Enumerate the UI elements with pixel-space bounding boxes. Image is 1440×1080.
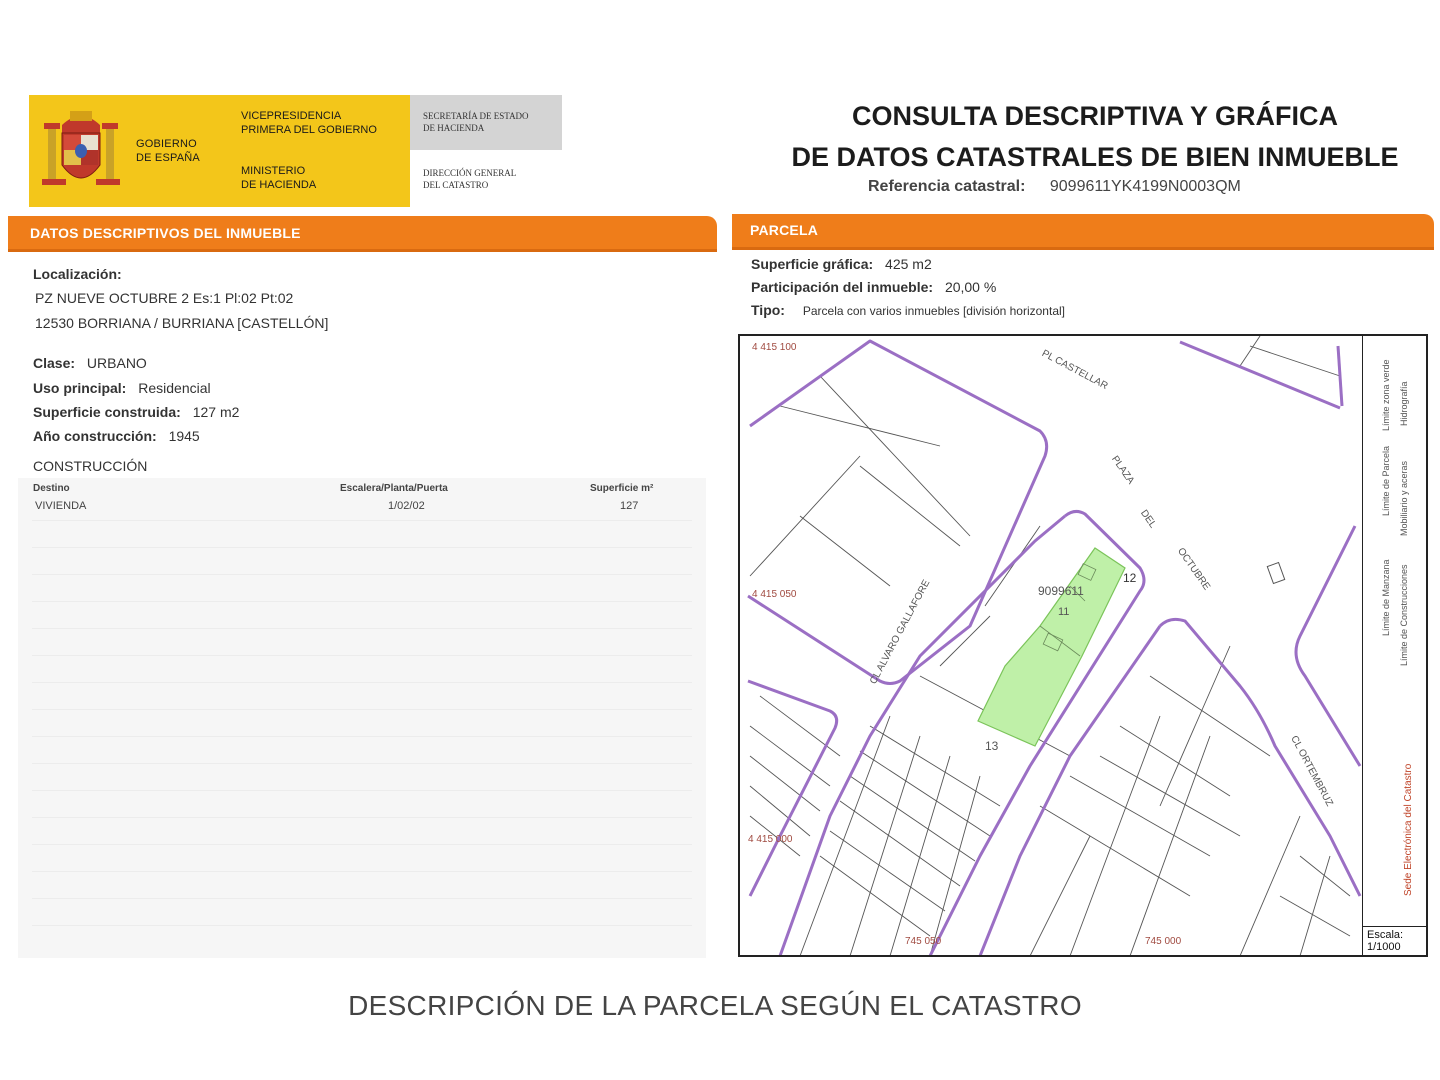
coat-of-arms-icon (42, 111, 120, 185)
secretariat-text: SECRETARÍA DE ESTADO DE HACIENDA (423, 110, 529, 134)
graphic-area-value: 425 m2 (885, 256, 932, 272)
ministry-text: MINISTERIO DE HACIENDA (241, 164, 316, 192)
type-value: Parcela con varios inmuebles [división h… (802, 304, 1065, 318)
secretariat-line2: DE HACIENDA (423, 123, 485, 133)
document-title-line2: DE DATOS CATASTRALES DE BIEN INMUEBLE (791, 142, 1399, 172)
map-scale: Escala: 1/1000 (1362, 926, 1426, 955)
table-row (32, 817, 692, 818)
gov-text: GOBIERNO DE ESPAÑA (136, 137, 200, 165)
vice-text: VICEPRESIDENCIA PRIMERA DEL GOBIERNO (241, 109, 377, 137)
table-header-stair-floor-door: Escalera/Planta/Puerta (340, 483, 448, 494)
built-area-value: 127 m2 (192, 404, 240, 420)
coord-bottom-1-label: 745 050 (905, 936, 942, 947)
main-use-value: Residencial (138, 380, 211, 396)
graphic-area-row: Superficie gráfica: 425 m2 (751, 256, 932, 272)
table-row (32, 844, 692, 845)
table-row (32, 655, 692, 656)
gov-line2: DE ESPAÑA (136, 152, 200, 164)
legend-hydrography: Hidrografía (1399, 381, 1409, 426)
vice-line1: VICEPRESIDENCIA (241, 110, 342, 122)
number-13-label: 13 (985, 739, 999, 753)
scale-label: Escala: (1367, 929, 1404, 941)
cadastral-reference-label: Referencia catastral: (868, 178, 1026, 195)
parcel-id-label: 9099611 (1038, 584, 1084, 598)
directorate-line2: DEL CATASTRO (423, 180, 489, 190)
legend-parcel-limit: Límite de Parcela (1381, 445, 1391, 516)
construction-year-label: Año construcción: (33, 428, 157, 444)
coord-bottom-2-label: 745 000 (1145, 936, 1182, 947)
map-legend: Límite de Manzana Límite de Parcela Lími… (1362, 336, 1426, 926)
participation-label: Participación del inmueble: (751, 279, 934, 295)
table-row (32, 925, 692, 926)
cadastral-reference-value: 9099611YK4199N0003QM (1049, 178, 1241, 195)
class-value: URBANO (86, 355, 147, 371)
table-row (32, 574, 692, 575)
main-use-label: Uso principal: (33, 380, 127, 396)
participation-row: Participación del inmueble: 20,00 % (751, 279, 996, 295)
document-title-line1: CONSULTA DESCRIPTIVA Y GRÁFICA (851, 101, 1339, 131)
coord-mid-label: 4 415 050 (752, 589, 797, 600)
construction-year-value: 1945 (168, 428, 200, 444)
directorate-line1: DIRECCIÓN GENERAL (423, 168, 517, 178)
table-row (32, 871, 692, 872)
table-header-area: Superficie m² (590, 483, 654, 494)
table-row (32, 790, 692, 791)
document-title: CONSULTA DESCRIPTIVA Y GRÁFICA DE DATOS … (760, 96, 1430, 178)
section-bar-descriptive-data: DATOS DESCRIPTIVOS DEL INMUEBLE (8, 216, 717, 252)
built-area-label: Superficie construida: (33, 404, 181, 420)
vice-line2: PRIMERA DEL GOBIERNO (241, 124, 377, 136)
table-row (32, 898, 692, 899)
construction-table (18, 478, 706, 958)
built-area-row: Superficie construida: 127 m2 (33, 404, 239, 420)
cadastral-map[interactable]: 4 415 100 4 415 050 4 415 000 745 050 74… (738, 334, 1428, 957)
number-12-label: 12 (1123, 571, 1137, 585)
cadastral-reference: Referencia catastral: 9099611YK4199N0003… (868, 178, 1241, 196)
legend-green-limit: Límite zona verde (1381, 359, 1391, 431)
table-row (32, 601, 692, 602)
table-cell-area: 127 (620, 500, 639, 512)
table-row (32, 682, 692, 683)
class-row: Clase: URBANO (33, 355, 147, 371)
map-drawing (747, 336, 1362, 955)
type-label: Tipo: (751, 302, 785, 318)
directorate-text: DIRECCIÓN GENERAL DEL CATASTRO (423, 167, 516, 191)
table-row (32, 520, 692, 521)
table-header-use: Destino (33, 483, 70, 494)
construction-heading: CONSTRUCCIÓN (33, 458, 148, 474)
location-city: 12530 BORRIANA / BURRIANA [CASTELLÓN] (35, 315, 329, 331)
table-row (32, 628, 692, 629)
table-cell-stair-floor-door: 1/02/02 (388, 500, 425, 512)
location-address: PZ NUEVE OCTUBRE 2 Es:1 Pl:02 Pt:02 (35, 290, 294, 306)
class-label: Clase: (33, 355, 76, 371)
main-use-row: Uso principal: Residencial (33, 380, 211, 396)
table-cell-use: VIVIENDA (35, 500, 87, 512)
participation-value: 20,00 % (944, 279, 997, 295)
number-11-label: 11 (1058, 606, 1070, 618)
scale-value: 1/1000 (1367, 941, 1401, 953)
section-bar-parcel: PARCELA (732, 214, 1434, 250)
table-row (32, 736, 692, 737)
bottom-caption: DESCRIPCIÓN DE LA PARCELA SEGÚN EL CATAS… (348, 990, 1082, 1021)
legend-block-limit: Límite de Manzana (1381, 559, 1391, 636)
ministry-line2: DE HACIENDA (241, 179, 317, 191)
construction-year-row: Año construcción: 1945 (33, 428, 200, 444)
table-row (32, 763, 692, 764)
legend-construction-limit: Límite de Construcciones (1399, 564, 1409, 666)
secretariat-line1: SECRETARÍA DE ESTADO (423, 111, 529, 121)
coord-low-label: 4 415 000 (748, 834, 793, 845)
location-label: Localización: (33, 266, 122, 282)
graphic-area-label: Superficie gráfica: (751, 256, 874, 272)
legend-electronic-office: Sede Electrónica del Catastro (1403, 763, 1414, 896)
table-row (32, 709, 692, 710)
gov-line1: GOBIERNO (136, 138, 197, 150)
coord-top-label: 4 415 100 (752, 342, 797, 353)
ministry-line1: MINISTERIO (241, 165, 306, 177)
type-row: Tipo: Parcela con varios inmuebles [divi… (751, 302, 1065, 318)
legend-furniture: Mobiliario y aceras (1399, 460, 1409, 536)
table-row (32, 547, 692, 548)
